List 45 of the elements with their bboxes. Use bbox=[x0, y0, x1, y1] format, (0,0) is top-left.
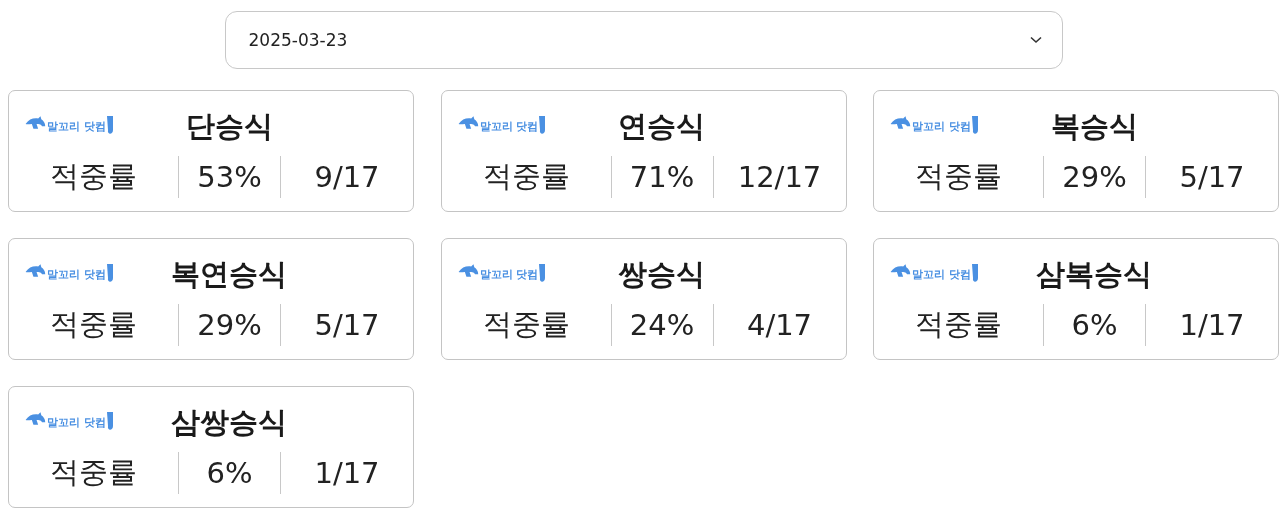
horse-head-icon bbox=[24, 116, 46, 132]
logo-text: 말꼬리 닷컴 bbox=[47, 415, 106, 430]
card-title: 삼쌍승식 bbox=[171, 404, 287, 441]
horse-head-icon bbox=[889, 264, 911, 280]
card-title: 단승식 bbox=[185, 108, 273, 145]
date-select[interactable]: 2025-03-23 bbox=[224, 11, 1063, 69]
logo-text: 말꼬리 닷컴 bbox=[47, 267, 106, 282]
card-title: 삼복승식 bbox=[1036, 256, 1152, 293]
logo-text: 말꼬리 닷컴 bbox=[479, 119, 539, 134]
date-value: 2025-03-23 bbox=[248, 30, 348, 50]
hit-count: 1/17 bbox=[280, 452, 413, 494]
horse-head-icon bbox=[889, 116, 911, 132]
card-title: 연승식 bbox=[618, 108, 705, 145]
hit-count: 9/17 bbox=[280, 156, 413, 198]
hit-rate: 71% bbox=[610, 156, 713, 198]
card-title: 쌍승식 bbox=[618, 256, 705, 293]
stat-label: 적중률 bbox=[49, 306, 138, 343]
horse-head-icon bbox=[456, 116, 479, 132]
hit-rate: 6% bbox=[178, 452, 280, 494]
horse-head-icon bbox=[24, 412, 46, 428]
hit-rate: 53% bbox=[178, 156, 280, 198]
logo-text: 말꼬리 닷컴 bbox=[479, 267, 539, 282]
stat-label: 적중률 bbox=[914, 158, 1003, 195]
hit-rate: 29% bbox=[1043, 156, 1145, 198]
hit-rate: 6% bbox=[1043, 304, 1145, 346]
horse-head-icon bbox=[24, 264, 46, 280]
logo-text: 말꼬리 닷컴 bbox=[912, 267, 971, 282]
chevron-down-icon bbox=[1029, 36, 1042, 44]
hit-count: 5/17 bbox=[1145, 156, 1278, 198]
hit-count: 5/17 bbox=[280, 304, 413, 346]
stat-label: 적중률 bbox=[481, 306, 571, 343]
hit-rate: 29% bbox=[178, 304, 280, 346]
horse-head-icon bbox=[456, 264, 479, 280]
hit-count: 4/17 bbox=[712, 304, 846, 346]
logo-text: 말꼬리 닷컴 bbox=[912, 119, 971, 134]
stat-label: 적중률 bbox=[914, 306, 1003, 343]
hit-count: 1/17 bbox=[1145, 304, 1278, 346]
card-title: 복승식 bbox=[1050, 108, 1138, 145]
stat-label: 적중률 bbox=[49, 454, 138, 491]
hit-rate: 24% bbox=[610, 304, 713, 346]
logo-text: 말꼬리 닷컴 bbox=[47, 119, 106, 134]
stat-label: 적중률 bbox=[49, 158, 138, 195]
card-title: 복연승식 bbox=[171, 256, 287, 293]
hit-count: 12/17 bbox=[712, 156, 846, 198]
stat-label: 적중률 bbox=[481, 158, 571, 195]
